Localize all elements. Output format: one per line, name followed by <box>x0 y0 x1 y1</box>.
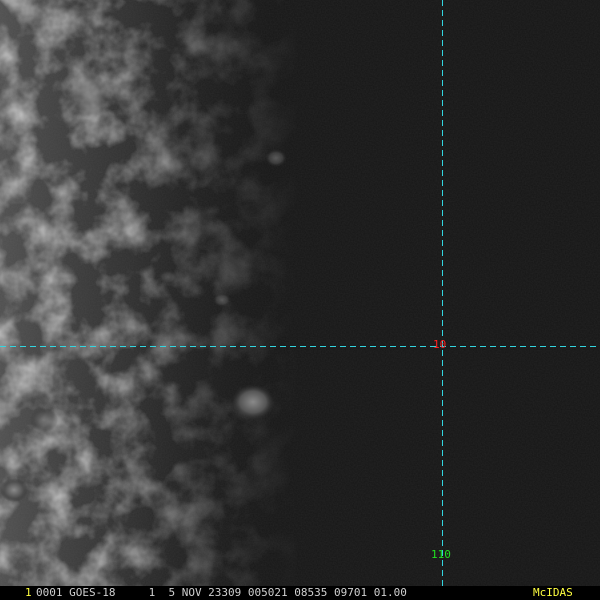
frame-number: 1 <box>25 586 32 599</box>
satellite-viewer[interactable]: 10 110 1 0001 GOES-18 1 5 NOV 23309 0050… <box>0 0 600 600</box>
latitude-label: 10 <box>433 338 447 351</box>
image-metadata-text: 0001 GOES-18 1 5 NOV 23309 005021 08535 … <box>36 586 407 599</box>
longitude-label: 110 <box>431 548 451 561</box>
lat-lon-grid-overlay <box>0 0 600 586</box>
status-bar: 1 0001 GOES-18 1 5 NOV 23309 005021 0853… <box>0 586 600 600</box>
mcidas-brand-label: McIDAS <box>533 586 573 599</box>
